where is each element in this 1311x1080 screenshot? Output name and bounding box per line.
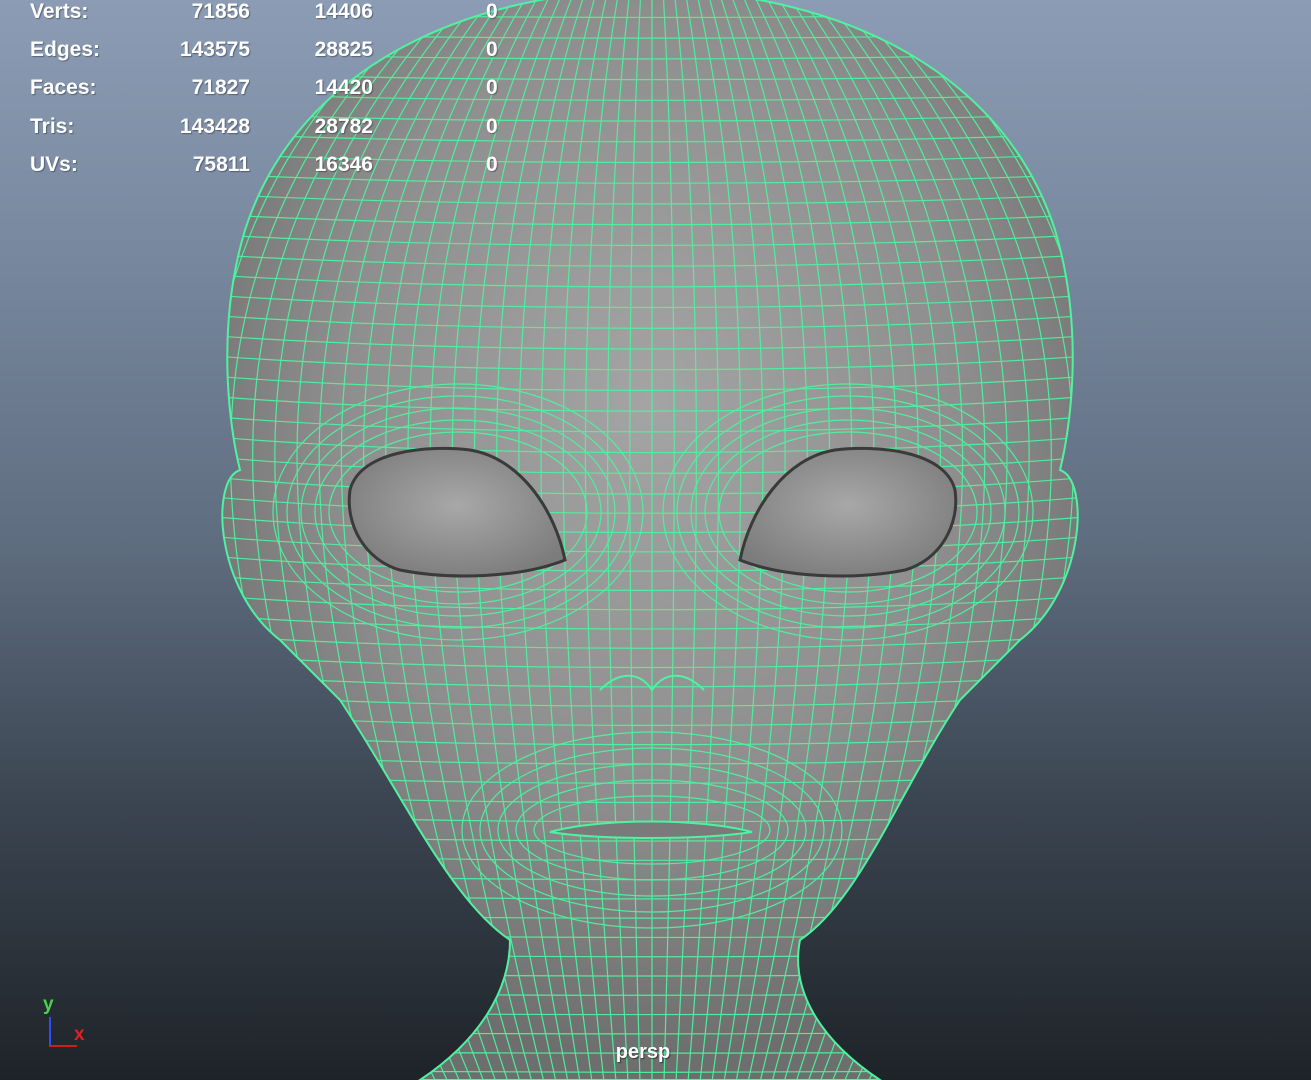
hud-selected-count: 28782: [314, 115, 373, 138]
y-axis-label: y: [43, 994, 54, 1015]
hud-total-count: 143575: [179, 38, 250, 61]
maya-perspective-viewport[interactable]: Verts: 71856 14406 0 Edges: 143575 28825 0 Faces…: [0, 0, 1311, 1080]
hud-stat-label: Verts:: [30, 0, 89, 23]
hud-total-count: 71856: [191, 0, 250, 23]
hud-stat-label: Faces:: [30, 76, 97, 99]
hud-row: Edges: 143575 28825 0: [0, 38, 560, 68]
hud-extra-count: 0: [486, 153, 498, 176]
hud-total-count: 143428: [179, 115, 250, 138]
hud-stat-label: UVs:: [30, 153, 78, 176]
camera-name-label: persp: [615, 1041, 671, 1063]
hud-extra-count: 0: [486, 115, 498, 138]
hud-selected-count: 16346: [314, 153, 373, 176]
hud-extra-count: 0: [486, 38, 498, 61]
hud-stat-label: Tris:: [30, 115, 75, 138]
hud-total-count: 75811: [192, 153, 250, 176]
hud-extra-count: 0: [486, 0, 498, 23]
hud-selected-count: 14406: [314, 0, 373, 23]
hud-row: Faces: 71827 14420 0: [0, 76, 560, 106]
hud-stat-label: Edges:: [30, 38, 101, 61]
hud-extra-count: 0: [486, 76, 498, 99]
hud-selected-count: 28825: [314, 38, 373, 61]
hud-total-count: 71827: [191, 76, 250, 99]
poly-count-hud: Verts: 71856 14406 0 Edges: 143575 28825 0 Faces…: [0, 0, 560, 190]
hud-row: UVs: 75811 16346 0: [0, 153, 560, 183]
hud-row: Verts: 71856 14406 0: [0, 0, 560, 30]
hud-row: Tris: 143428 28782 0: [0, 115, 560, 145]
hud-selected-count: 14420: [314, 76, 373, 99]
